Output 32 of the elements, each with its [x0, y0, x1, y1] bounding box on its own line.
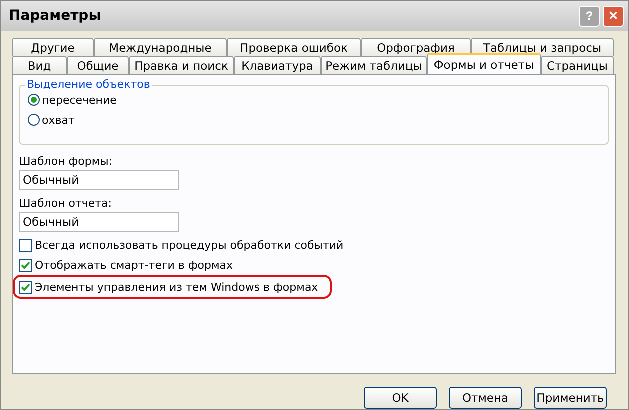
- tab[interactable]: Международные: [94, 38, 227, 56]
- checkbox[interactable]: [19, 258, 32, 272]
- radio-button[interactable]: [28, 94, 40, 106]
- dialog-button[interactable]: Отмена: [449, 387, 522, 409]
- close-button[interactable]: ✕: [603, 6, 624, 26]
- checkbox-label: Всегда использовать процедуры обработки событий: [35, 238, 344, 252]
- tab[interactable]: Другие: [12, 38, 94, 56]
- group-title: Выделение объектов: [25, 78, 152, 91]
- tab[interactable]: Общие: [67, 56, 129, 74]
- radio-label: пересечение: [42, 94, 117, 106]
- tab[interactable]: Правка и поиск: [129, 56, 234, 74]
- field-label: Шаблон отчета:: [19, 196, 113, 210]
- tab[interactable]: Страницы: [541, 56, 614, 74]
- input-field[interactable]: Обычный: [19, 170, 179, 190]
- checkbox-label: Элементы управления из тем Windows в формах: [35, 280, 318, 294]
- radio-label: охват: [42, 114, 75, 126]
- tab[interactable]: Таблицы и запросы: [471, 38, 614, 56]
- tab[interactable]: Орфография: [361, 38, 471, 56]
- checkbox[interactable]: [19, 238, 32, 252]
- checkbox-label: Отображать смарт-теги в формах: [35, 258, 234, 272]
- window-title: Параметры: [9, 8, 102, 24]
- field-label: Шаблон формы:: [19, 154, 114, 168]
- dialog-button[interactable]: OK: [364, 387, 437, 409]
- dialog-button[interactable]: Применить: [534, 387, 607, 409]
- tab[interactable]: Клавиатура: [234, 56, 321, 74]
- radio-button[interactable]: [28, 114, 40, 126]
- tab[interactable]: Режим таблицы: [321, 56, 427, 74]
- input-field[interactable]: Обычный: [19, 212, 179, 232]
- checkbox[interactable]: [19, 280, 32, 294]
- tab[interactable]: Вид: [12, 56, 67, 74]
- tab[interactable]: Формы и отчеты: [427, 53, 541, 74]
- tab[interactable]: Проверка ошибок: [227, 38, 361, 56]
